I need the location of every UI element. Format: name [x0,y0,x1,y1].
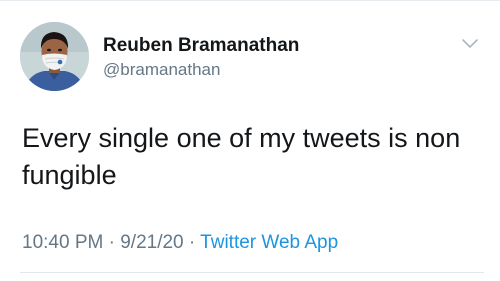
tweet-source-link[interactable]: Twitter Web App [200,232,338,253]
tweet-text: Every single one of my tweets is non fun… [22,123,461,190]
tweet-date[interactable]: 9/21/20 [120,232,183,253]
meta-separator: · [188,232,196,253]
author-handle[interactable]: @bramanathan [103,60,220,80]
bottom-divider [20,272,484,273]
tweet-card: Reuben Bramanathan @bramanathan Every si… [0,0,500,281]
tweet-time[interactable]: 10:40 PM [22,232,103,253]
top-divider [0,0,500,1]
meta-separator: · [108,232,115,253]
avatar[interactable] [20,22,89,91]
author-display-name[interactable]: Reuben Bramanathan [103,35,299,57]
chevron-down-icon[interactable] [460,36,480,52]
tweet-metadata: 10:40 PM · 9/21/20 · Twitter Web App [22,232,338,254]
